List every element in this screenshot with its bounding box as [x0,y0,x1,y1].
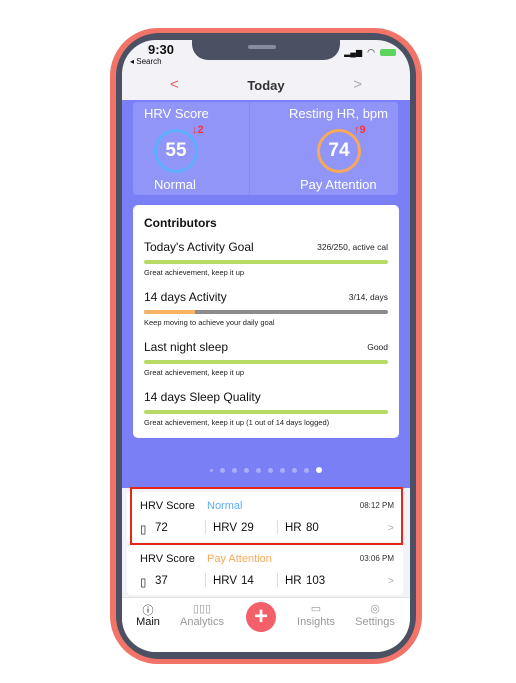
tab-settings[interactable]: ◎ Settings [345,602,405,628]
signal-icon: ▂▄▆ [344,48,363,57]
contributor-message: Great achievement, keep it up [144,368,245,377]
tab-analytics[interactable]: ▯▯▯ Analytics [172,602,232,628]
contributor-progress [144,260,388,264]
status-time: 9:30 [148,42,175,57]
contributor-value: 326/250, active cal [317,242,388,252]
book-icon: ▭ [310,603,322,615]
page-dot[interactable] [304,467,309,473]
contributor-value: 3/14, days [348,292,388,302]
bar-chart-icon: ▯▯▯ [192,603,212,615]
next-day-button[interactable]: > [353,76,362,93]
page-dot[interactable] [256,467,261,473]
battery-icon [380,49,396,56]
contributor-name: 14 days Sleep Quality [144,390,261,404]
contributor-value: Good [367,342,388,352]
tab-bar: ⓘ Main ▯▯▯ Analytics + ▭ Insights ◎ Settings [122,597,410,652]
contributor-progress [144,410,388,414]
hrv-delta: ↓2 [192,124,204,136]
entry-label: HRV Score [140,553,195,565]
date-nav: < Today > [122,76,410,100]
hrv-status: Normal [154,177,196,192]
entry-status: Pay Attention [207,553,272,565]
entry-hrv: 14 [241,575,254,587]
page-dot[interactable] [232,467,237,473]
page-title: Today [247,78,285,93]
watch-icon: ▯ [140,577,147,589]
highlight-box [130,487,403,545]
contributor-row: Today's Activity Goal 326/250, active ca… [144,240,388,277]
entry-hr: 103 [306,575,326,587]
page-dot[interactable] [210,468,213,472]
contributor-progress [144,310,388,314]
contributor-progress [144,360,388,364]
chevron-right-icon: > [388,576,394,587]
entry-score: 37 [155,575,168,587]
measurement-entry[interactable]: HRV Score Pay Attention 03:06 PM ▯ 37 HR… [127,545,403,595]
status-icons: ▂▄▆ ◠ [344,47,396,58]
rhr-status: Pay Attention [300,177,377,192]
page-dot[interactable] [280,467,285,473]
rhr-delta: ↑9 [354,124,366,136]
rhr-label: Resting HR, bpm [289,106,388,121]
score-card[interactable]: HRV Score 55 ↓2 Normal Resting HR, bpm 7… [133,102,398,195]
contributor-message: Keep moving to achieve your daily goal [144,318,275,327]
summary-panel: HRV Score 55 ↓2 Normal Resting HR, bpm 7… [122,100,410,488]
page-dot[interactable] [268,467,273,473]
add-button[interactable]: + [246,602,276,632]
page-indicator[interactable] [122,467,410,473]
entry-time: 03:06 PM [359,554,394,563]
back-to-search[interactable]: ◂ Search [130,57,162,66]
gear-icon: ◎ [370,603,380,615]
info-icon: ⓘ [142,605,154,617]
entry-hr-label: HR [285,575,302,587]
hrv-label: HRV Score [144,106,209,121]
page-dot[interactable] [292,467,297,473]
page-dot[interactable] [244,467,249,473]
contributors-card: Contributors Today's Activity Goal 326/2… [133,205,399,438]
contributor-message: Great achievement, keep it up (1 out of … [144,418,330,427]
contributor-row: 14 days Activity 3/14, days Keep moving … [144,290,388,327]
contributor-row: Last night sleep Good Great achievement,… [144,340,388,377]
wifi-icon: ◠ [367,47,375,57]
entry-hrv-label: HRV [213,575,238,587]
contributor-name: Last night sleep [144,340,229,354]
contributors-title: Contributors [144,216,217,230]
screen: 9:30 ◂ Search ▂▄▆ ◠ < Today > HRV Score … [122,40,410,652]
page-dot[interactable] [220,467,225,473]
notch [192,40,340,60]
tab-insights[interactable]: ▭ Insights [286,602,346,628]
contributor-message: Great achievement, keep it up [144,268,245,277]
tab-main[interactable]: ⓘ Main [122,602,178,628]
contributor-row: 14 days Sleep Quality Great achievement,… [144,390,388,427]
page-dot[interactable] [316,467,322,473]
